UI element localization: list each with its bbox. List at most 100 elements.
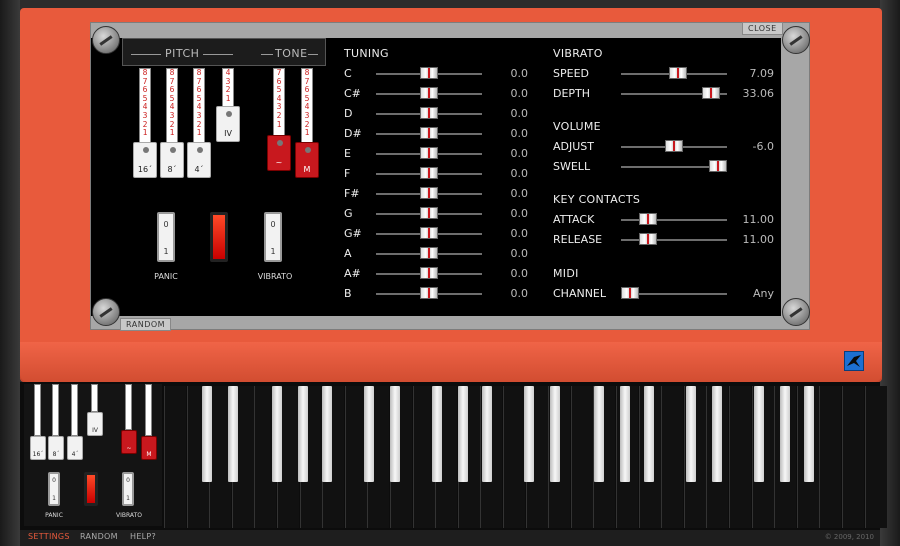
help-button[interactable]: HELP? <box>130 532 156 541</box>
attack-label: ATTACK <box>553 213 595 226</box>
copyright: © 2009, 2010 <box>824 533 874 541</box>
tuning-slider-thumb[interactable] <box>420 87 438 99</box>
tuning-slider-thumb[interactable] <box>420 187 438 199</box>
piano-key-highlight[interactable] <box>272 386 282 482</box>
piano-key-highlight[interactable] <box>780 386 790 482</box>
drawbar-5[interactable]: 7654321 <box>273 68 285 138</box>
drawbar-4[interactable]: 4321 <box>222 68 234 108</box>
piano-key[interactable] <box>864 386 887 528</box>
drawbar-handle[interactable]: 16´ <box>133 142 157 178</box>
piano-key-highlight[interactable] <box>458 386 468 482</box>
mini-vibrato-label: VIBRATO <box>116 512 142 519</box>
tuning-slider-thumb[interactable] <box>420 127 438 139</box>
drawbar-3[interactable]: 87654321 <box>193 68 205 148</box>
mini-drawbar-label: 16´ <box>32 451 44 458</box>
piano-key[interactable] <box>503 386 525 528</box>
piano-key-highlight[interactable] <box>390 386 400 482</box>
mini-drawbar-5[interactable] <box>125 384 132 430</box>
mini-drawbar-handle[interactable]: 4´ <box>67 436 83 460</box>
piano-key-highlight[interactable] <box>524 386 534 482</box>
random-button[interactable]: RANDOM <box>120 318 172 331</box>
piano-key[interactable] <box>164 386 186 528</box>
tuning-note-label: C <box>344 67 352 80</box>
close-button[interactable]: CLOSE <box>742 22 783 35</box>
settings-button[interactable]: SETTINGS <box>28 532 70 541</box>
drawbar-scale: 87654321 <box>304 68 310 138</box>
piano-key[interactable] <box>819 386 842 528</box>
mini-drawbar-handle[interactable]: 16´ <box>30 436 46 460</box>
piano-key-highlight[interactable] <box>298 386 308 482</box>
piano-key[interactable] <box>661 386 684 528</box>
piano-key-highlight[interactable] <box>804 386 814 482</box>
drawbar-label: M <box>303 165 311 174</box>
release-slider-thumb[interactable] <box>638 233 657 245</box>
tuning-value: 0.0 <box>510 267 529 280</box>
header-line <box>203 54 233 55</box>
tuning-slider-thumb[interactable] <box>420 287 438 299</box>
drawbar-handle[interactable]: ~ <box>267 135 291 171</box>
tuning-slider-thumb[interactable] <box>420 207 438 219</box>
channel-slider-thumb[interactable] <box>621 287 639 299</box>
drawbar-handle[interactable]: 4´ <box>187 142 211 178</box>
speed-slider-thumb[interactable] <box>669 67 688 79</box>
random-bottom-button[interactable]: RANDOM <box>80 532 118 541</box>
adjust-slider-thumb[interactable] <box>665 140 683 152</box>
drawbar-6[interactable]: 87654321 <box>301 68 313 148</box>
tuning-value: 0.0 <box>510 67 529 80</box>
piano-key-highlight[interactable] <box>364 386 374 482</box>
piano-key-highlight[interactable] <box>686 386 696 482</box>
drawbar-handle[interactable]: IV <box>216 106 240 142</box>
attack-slider[interactable] <box>621 219 727 221</box>
piano-key[interactable] <box>729 386 751 528</box>
vibrato-switch[interactable]: 0 1 <box>264 212 282 262</box>
tuning-slider-thumb[interactable] <box>420 107 438 119</box>
drawbar-scale: 87654321 <box>169 68 175 138</box>
swell-label: SWELL <box>553 160 591 173</box>
panic-switch[interactable]: 0 1 <box>157 212 175 262</box>
piano-key-highlight[interactable] <box>644 386 654 482</box>
mini-drawbar-handle[interactable]: IV <box>87 412 103 436</box>
mini-drawbar-handle[interactable]: ~ <box>121 430 137 454</box>
mini-drawbar-2[interactable] <box>52 384 59 436</box>
tuning-slider-thumb[interactable] <box>420 67 438 79</box>
depth-slider-thumb[interactable] <box>701 87 720 99</box>
release-slider[interactable] <box>621 239 727 241</box>
piano-key-highlight[interactable] <box>482 386 492 482</box>
piano-key-highlight[interactable] <box>228 386 238 482</box>
power-indicator <box>210 212 228 262</box>
piano-key-highlight[interactable] <box>202 386 212 482</box>
piano-key-highlight[interactable] <box>550 386 560 482</box>
tuning-slider-thumb[interactable] <box>420 167 438 179</box>
mini-drawbar-label: 4´ <box>71 451 79 458</box>
piano-key-highlight[interactable] <box>620 386 630 482</box>
depth-label: DEPTH <box>553 87 591 100</box>
mini-panic-switch[interactable]: 0 1 <box>48 472 60 506</box>
piano-key-highlight[interactable] <box>754 386 764 482</box>
mini-drawbar-6[interactable] <box>145 384 152 436</box>
mini-vibrato-switch[interactable]: 0 1 <box>122 472 134 506</box>
piano-key[interactable] <box>570 386 593 528</box>
drawbar-2[interactable]: 87654321 <box>166 68 178 148</box>
mini-drawbar-3[interactable] <box>71 384 78 436</box>
piano-key-highlight[interactable] <box>712 386 722 482</box>
piano-key-highlight[interactable] <box>432 386 442 482</box>
mini-drawbar-handle[interactable]: 8´ <box>48 436 64 460</box>
swell-slider-thumb[interactable] <box>709 160 727 172</box>
tuning-value: 0.0 <box>510 187 529 200</box>
piano-key-highlight[interactable] <box>594 386 604 482</box>
mini-drawbar-4[interactable] <box>91 384 98 412</box>
mini-drawbar-1[interactable] <box>34 384 41 436</box>
tuning-slider-thumb[interactable] <box>420 267 438 279</box>
mini-drawbar-handle[interactable]: M <box>141 436 157 460</box>
tuning-slider-thumb[interactable] <box>420 247 438 259</box>
attack-slider-thumb[interactable] <box>638 213 657 225</box>
drawbar-1[interactable]: 87654321 <box>139 68 151 148</box>
tuning-slider-thumb[interactable] <box>420 147 438 159</box>
piano-key-highlight[interactable] <box>322 386 332 482</box>
drawbar-handle[interactable]: 8´ <box>160 142 184 178</box>
drawbar-handle[interactable]: M <box>295 142 319 178</box>
tuning-slider-thumb[interactable] <box>420 227 438 239</box>
piano-key[interactable] <box>842 386 864 528</box>
rivet-icon <box>170 147 176 153</box>
app-logo-icon[interactable] <box>844 351 864 371</box>
